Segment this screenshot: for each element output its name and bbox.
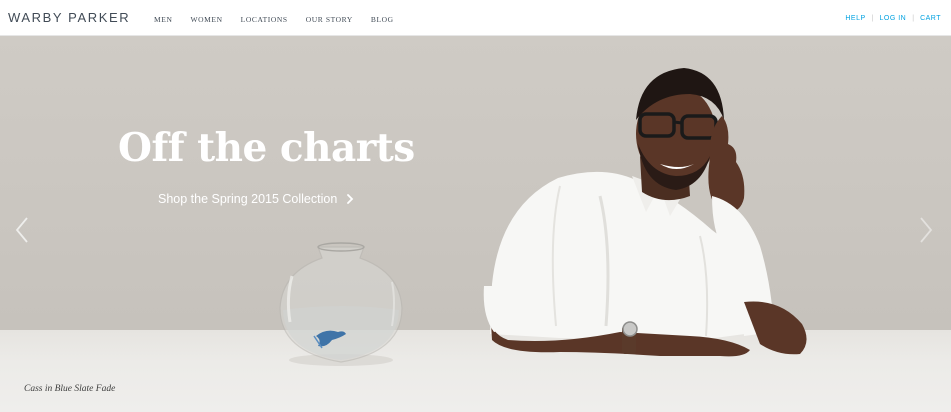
login-link[interactable]: LOG IN (880, 15, 907, 22)
chevron-right-icon (920, 217, 933, 243)
product-caption: Cass in Blue Slate Fade (24, 384, 116, 394)
cart-link[interactable]: CART (920, 15, 941, 22)
nav-item-women[interactable]: WOMEN (190, 15, 222, 24)
shop-collection-link[interactable]: Shop the Spring 2015 Collection (158, 192, 354, 206)
hero-headline: Off the charts (118, 125, 415, 171)
main-nav: MEN WOMEN LOCATIONS OUR STORY BLOG (154, 15, 412, 24)
nav-item-men[interactable]: MEN (154, 15, 172, 24)
brand-logo[interactable]: WARBY PARKER (8, 10, 130, 25)
help-link[interactable]: HELP (845, 15, 865, 22)
nav-item-locations[interactable]: LOCATIONS (241, 15, 288, 24)
utility-nav: HELP | LOG IN | CART (845, 15, 941, 22)
utility-separator: | (871, 15, 874, 22)
utility-separator: | (912, 15, 915, 22)
site-header: WARBY PARKER MEN WOMEN LOCATIONS OUR STO… (0, 0, 951, 36)
fishbowl-image (279, 242, 403, 366)
chevron-right-icon (347, 194, 354, 204)
hero-image (279, 68, 807, 366)
cta-label: Shop the Spring 2015 Collection (158, 192, 338, 206)
nav-item-our-story[interactable]: OUR STORY (306, 15, 353, 24)
nav-item-blog[interactable]: BLOG (371, 15, 394, 24)
chevron-left-icon (15, 217, 28, 243)
carousel-next-button[interactable] (918, 216, 934, 244)
model-image (483, 68, 807, 357)
carousel-prev-button[interactable] (14, 216, 30, 244)
hero-banner[interactable]: Off the charts Shop the Spring 2015 Coll… (0, 36, 951, 412)
